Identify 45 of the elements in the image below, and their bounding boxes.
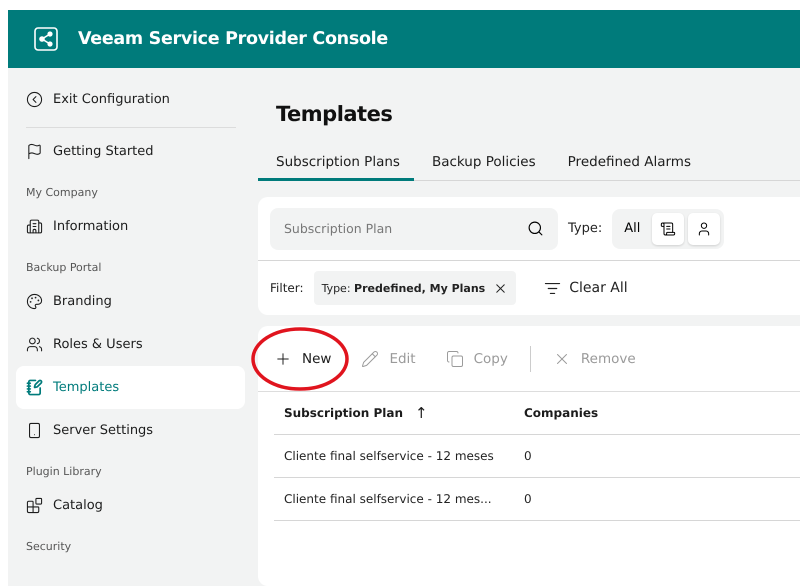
tab[interactable]: Backup Policies [414,154,550,181]
column-header[interactable]: Companies [514,406,800,420]
sidebar-item[interactable]: Server Settings [16,409,245,452]
filter-chip-text: Type: Predefined, My Plans [322,282,486,294]
search-field[interactable]: Subscription Plan [270,208,558,250]
scroll-icon [660,220,676,236]
pencil-icon [361,350,380,368]
table-cell-text: 0 [523,449,533,463]
exit-configuration-link[interactable]: Exit Configuration [16,78,245,121]
type-option[interactable]: All [616,212,648,244]
sidebar-item[interactable]: Information [16,205,245,248]
type-label: Type: [568,221,602,236]
clear-all-button[interactable]: Clear All [538,278,634,298]
sidebar-item[interactable]: Branding [16,280,245,323]
table-cell-text: Cliente final selfservice - 12 mes... [283,492,493,506]
back-icon [26,91,43,108]
filter-label: Filter: [270,281,304,295]
phone-icon [26,422,43,439]
document-pen-icon [26,379,43,396]
building-icon [26,218,43,235]
tab[interactable]: Subscription Plans [258,154,414,181]
table-cell-text: 0 [523,492,533,506]
sidebar-item[interactable]: Roles & Users [16,323,245,366]
blocks-icon [26,497,43,514]
sidebar-item[interactable]: Getting Started [16,130,245,173]
table-cell-text: Cliente final selfservice - 12 meses [283,449,495,463]
scroll-icon-button[interactable] [652,212,684,244]
palette-icon [26,293,43,310]
sort-arrow: ↑ [415,404,428,422]
sidebar-section-label: Plugin Library [25,464,103,480]
sidebar-section-label: Security [25,539,72,555]
sidebar-section-label: Backup Portal [25,260,102,276]
users-icon [26,336,43,353]
column-header[interactable]: Subscription Plan ↑ [274,404,514,422]
app-title: Veeam Service Provider Console [78,29,388,49]
sidebar-item[interactable]: Catalog [16,484,245,527]
flag-icon [26,143,43,160]
logo-icon [34,27,58,51]
sidebar-item[interactable]: Templates [16,366,245,409]
user-icon-button[interactable] [688,212,720,244]
sidebar-section-label: My Company [25,185,99,201]
copy-icon [446,350,464,368]
page-title: Templates [276,102,394,126]
tab[interactable]: Predefined Alarms [550,154,705,181]
search-icon [527,220,544,237]
